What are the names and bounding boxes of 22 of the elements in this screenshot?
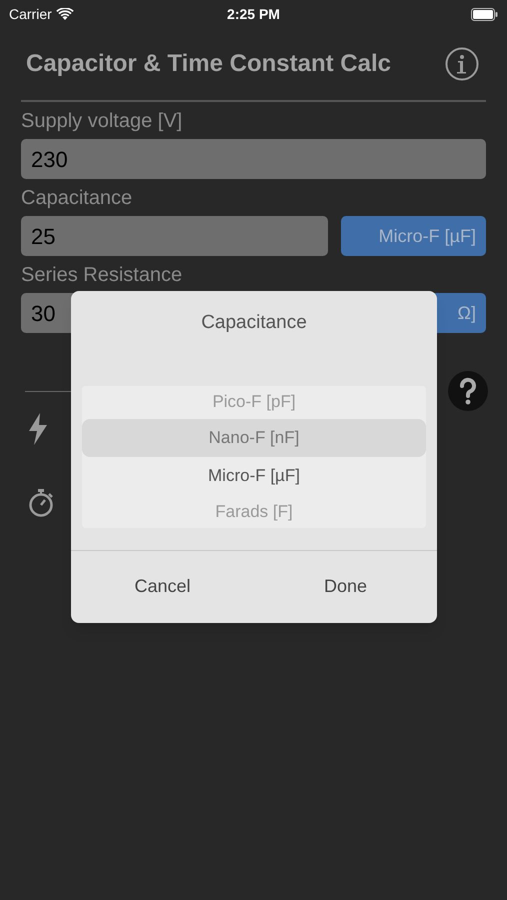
number-field[interactable]: 230	[21, 139, 486, 179]
picker-option[interactable]: Nano-F [nF]	[82, 418, 426, 456]
unit-button[interactable]: Micro-F [µF]	[341, 216, 486, 256]
number-field[interactable]: 25	[21, 216, 328, 256]
wifi-icon	[56, 8, 74, 20]
app-title: Capacitor & Time Constant Calc	[26, 49, 391, 79]
lightning-icon	[28, 413, 48, 445]
help-icon[interactable]	[448, 371, 488, 411]
battery-icon	[470, 8, 498, 20]
field-label: Capacitance	[21, 186, 134, 211]
field-label: Supply voltage [V]	[21, 109, 184, 134]
stopwatch-icon	[28, 489, 54, 517]
dialog-button[interactable]: Done	[254, 550, 437, 623]
dialog-title: Capacitance	[200, 311, 308, 335]
picker-option[interactable]: Farads [F]	[82, 494, 426, 528]
carrier-label: Carrier	[9, 4, 52, 24]
picker-option[interactable]: Pico-F [pF]	[82, 384, 426, 418]
clock-time: 2:25 PM	[227, 4, 280, 24]
info-icon[interactable]	[445, 47, 479, 81]
picker-option[interactable]: Micro-F [µF]	[82, 456, 426, 494]
dialog-button[interactable]: Cancel	[71, 550, 254, 623]
field-label: Series Resistance	[21, 263, 184, 288]
